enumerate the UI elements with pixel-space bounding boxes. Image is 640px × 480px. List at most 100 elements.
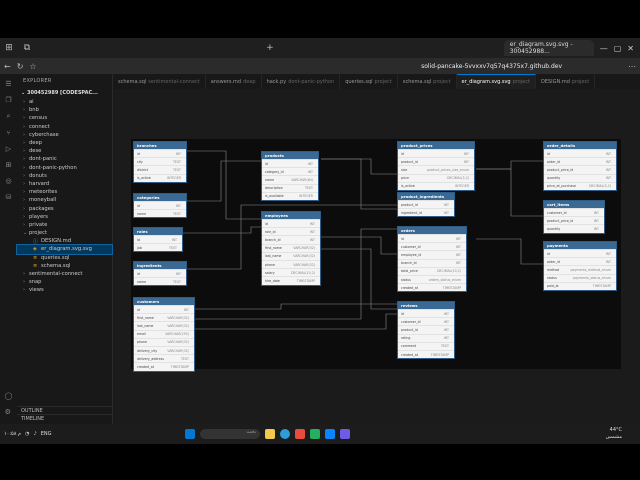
taskbar-search[interactable]: بحث — [200, 429, 260, 439]
editor-tab-folder: project — [571, 78, 590, 85]
tree-item-label: snap — [29, 279, 42, 286]
more-icon[interactable]: ⋯ — [628, 62, 636, 71]
er-column-type: INT — [455, 244, 461, 249]
er-column-name: comment — [401, 344, 417, 349]
language-indicator[interactable]: ENG — [41, 431, 52, 437]
er-column-row: product_price_id INT — [544, 216, 604, 224]
maximize-icon[interactable]: ▢ — [614, 44, 622, 53]
tree-item[interactable]: › harvard — [17, 180, 112, 188]
er-column-type: INT — [175, 203, 181, 208]
tree-item[interactable]: ≡ schema.sql — [17, 262, 112, 270]
tree-item[interactable]: ⓘ DESIGN.md — [17, 237, 112, 245]
er-column-row: method payments_method_enum — [544, 265, 616, 273]
er-column-type: orders_status_enum — [428, 277, 461, 282]
tree-item[interactable]: › packages — [17, 204, 112, 212]
editor-tab[interactable]: answers.md deep — [206, 74, 262, 89]
explorer-icon[interactable]: ❐ — [5, 96, 11, 104]
tree-item[interactable]: › sentimental-connect — [17, 270, 112, 278]
editor-tab[interactable]: hack.py dont-panic-python — [262, 74, 341, 89]
er-column-row: category_id INT — [262, 167, 318, 175]
tree-item[interactable]: › dont-panic-python — [17, 164, 112, 172]
close-icon[interactable]: ✕ — [627, 44, 634, 53]
tree-item[interactable]: › cyberchase — [17, 131, 112, 139]
tree-item[interactable]: › census — [17, 114, 112, 122]
tree-item[interactable]: › bnb — [17, 106, 112, 114]
outline-label: OUTLINE — [21, 407, 43, 414]
er-column-type: INT — [605, 259, 611, 264]
editor-tab[interactable]: schema.sql sentimental-connect — [113, 74, 206, 89]
tree-item[interactable]: › meteorites — [17, 188, 112, 196]
tree-item[interactable]: › ai — [17, 98, 112, 106]
minimize-icon[interactable]: — — [600, 44, 608, 53]
account-icon[interactable]: ◯ — [5, 392, 13, 400]
tree-item[interactable]: › dont-panic — [17, 155, 112, 163]
tree-item[interactable]: › connect — [17, 123, 112, 131]
tree-item[interactable]: ≡ queries.sql — [17, 254, 112, 262]
er-table-title: product_ingredients — [398, 193, 454, 200]
editor-tab[interactable]: queries.sql project — [340, 74, 398, 89]
vscode-icon[interactable] — [325, 429, 335, 439]
tree-item[interactable]: › private — [17, 221, 112, 229]
file-explorer-icon[interactable] — [265, 429, 275, 439]
outline-section[interactable]: OUTLINE — [17, 406, 113, 414]
tree-item[interactable]: › deep — [17, 139, 112, 147]
extensions-icon[interactable]: ⊞ — [6, 161, 12, 169]
tree-item[interactable]: › donuts — [17, 172, 112, 180]
file-icon: ◈ — [33, 246, 37, 253]
volume-icon[interactable]: ♪ — [34, 431, 37, 437]
er-column-type: INT — [605, 159, 611, 164]
er-column-type: VARCHAR(32) — [167, 315, 189, 320]
weather-temp[interactable]: 44°C — [606, 427, 622, 434]
edge-icon[interactable] — [280, 429, 290, 439]
er-column-row: phone VARCHAR(32) — [134, 337, 194, 346]
wifi-icon[interactable]: ◔ — [25, 431, 29, 437]
source-control-icon[interactable]: ⑂ — [6, 129, 10, 137]
menu-icon[interactable]: ☰ — [5, 80, 11, 88]
browser-tabbar: ⊞ ⧉ + er_diagram.svg.svg - 300452988... … — [0, 38, 640, 58]
tree-item[interactable]: ⌄ project — [17, 229, 112, 237]
timeline-section[interactable]: TIMELINE — [17, 414, 113, 422]
browser-menu-icon[interactable]: ⊞ — [0, 39, 18, 57]
tree-item[interactable]: › dese — [17, 147, 112, 155]
settings-gear-icon[interactable]: ⚙ — [5, 408, 13, 416]
er-column-type: TEXT — [168, 245, 177, 250]
tree-item-label: dont-panic-python — [29, 164, 77, 171]
office-icon[interactable] — [295, 429, 305, 439]
er-column-type: VARCHAR(32) — [167, 340, 189, 345]
tree-item[interactable]: › players — [17, 213, 112, 221]
er-column-row: customer_id INT — [398, 242, 466, 250]
start-icon[interactable] — [185, 429, 195, 439]
tree-item[interactable]: › moneyball — [17, 196, 112, 204]
new-tab-button[interactable]: + — [261, 39, 279, 57]
browser-tab-active[interactable]: er_diagram.svg.svg - 300452988... — [503, 40, 594, 56]
tab-actions-icon[interactable]: ⧉ — [18, 39, 36, 57]
er-column-name: is_available — [265, 194, 284, 199]
search-icon[interactable]: ⌕ — [7, 112, 11, 121]
er-column-type: VARCHAR(32) — [167, 348, 189, 353]
star-icon[interactable]: ☆ — [29, 62, 36, 71]
explorer-root[interactable]: ⌄ 300452989 [CODESPAC... — [17, 88, 112, 98]
er-column-row: role_id INT — [262, 227, 320, 235]
remote-icon[interactable]: ◎ — [5, 177, 11, 185]
er-column-name: branch_id — [265, 237, 281, 242]
run-debug-icon[interactable]: ▷ — [6, 145, 11, 153]
refresh-icon[interactable]: ↻ — [17, 62, 24, 71]
er-column-type: VARCHAR(32) — [293, 254, 315, 259]
er-column-name: method — [547, 267, 560, 272]
url-field[interactable]: solid-pancake-5vvxxv7q57q4375x7.github.d… — [421, 63, 562, 70]
er-column-name: customer_id — [547, 210, 567, 215]
tree-item[interactable]: › views — [17, 286, 112, 294]
teams-icon[interactable] — [340, 429, 350, 439]
er-table-title: payments — [544, 242, 616, 249]
tree-item-label: sentimental-connect — [29, 271, 83, 278]
database-icon[interactable]: ⛁ — [6, 193, 12, 201]
editor-tab[interactable]: DESIGN.md project — [536, 74, 596, 89]
tree-item[interactable]: ◈ er_diagram.svg.svg — [16, 244, 113, 255]
editor-tab-label: queries.sql — [345, 78, 373, 85]
back-icon[interactable]: ← — [4, 62, 11, 71]
editor-tab[interactable]: schema.sql project — [398, 74, 457, 89]
chrome-icon[interactable] — [310, 429, 320, 439]
er-table-title: roles — [134, 228, 182, 235]
tree-item[interactable]: › snap — [17, 278, 112, 286]
editor-tab[interactable]: er_diagram.svg.svg project — [456, 74, 536, 89]
